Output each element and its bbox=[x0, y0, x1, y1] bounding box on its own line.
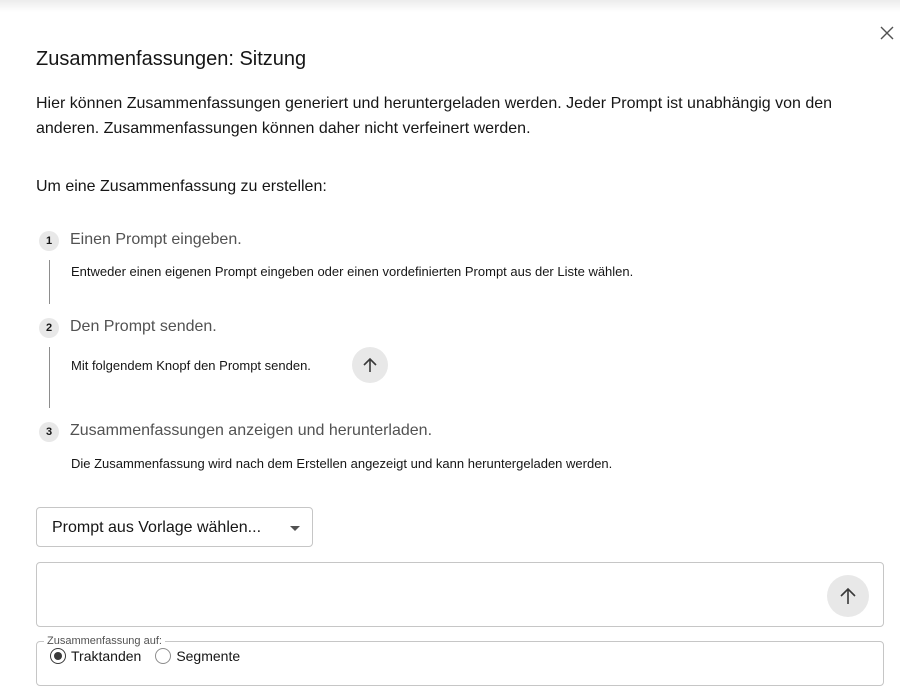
arrow-up-icon bbox=[840, 587, 856, 604]
step-2-connector bbox=[49, 347, 50, 408]
step-1-description: Entweder einen eigenen Prompt eingeben o… bbox=[71, 264, 634, 279]
prompt-template-label: Prompt aus Vorlage wählen... bbox=[52, 519, 262, 536]
summary-target-options: Traktanden Segmente bbox=[50, 648, 883, 664]
radio-selected-indicator bbox=[50, 648, 66, 664]
arrow-up-icon bbox=[363, 357, 377, 372]
step-1-title: Einen Prompt eingeben. bbox=[70, 231, 242, 248]
send-prompt-button[interactable] bbox=[827, 575, 869, 617]
step-3-number: 3 bbox=[39, 422, 59, 442]
radio-traktanden[interactable]: Traktanden bbox=[50, 648, 141, 664]
close-button[interactable] bbox=[876, 22, 898, 44]
step-2-number: 2 bbox=[39, 318, 59, 338]
prompt-template-dropdown[interactable]: Prompt aus Vorlage wählen... bbox=[36, 507, 313, 547]
close-icon bbox=[880, 26, 894, 40]
send-example-icon-badge bbox=[352, 347, 388, 383]
howto-heading: Um eine Zusammenfassung zu erstellen: bbox=[36, 178, 327, 195]
prompt-input[interactable] bbox=[47, 571, 821, 623]
caret-down-icon bbox=[290, 526, 300, 531]
radio-unselected-indicator bbox=[155, 648, 172, 664]
radio-segmente[interactable]: Segmente bbox=[155, 648, 240, 664]
summary-target-group: Zusammenfassung auf: Traktanden Segmente bbox=[36, 635, 884, 686]
dialog-intro: Hier können Zusammenfassungen generiert … bbox=[36, 95, 833, 137]
step-1-number: 1 bbox=[39, 231, 59, 251]
step-3-description: Die Zusammenfassung wird nach dem Erstel… bbox=[71, 456, 613, 471]
dialog-title: Zusammenfassungen: Sitzung bbox=[36, 48, 307, 70]
step-1-connector bbox=[49, 260, 50, 304]
summary-target-legend: Zusammenfassung auf: bbox=[47, 635, 162, 647]
radio-traktanden-label: Traktanden bbox=[71, 648, 142, 664]
step-2-title: Den Prompt senden. bbox=[70, 318, 217, 335]
prompt-box bbox=[36, 562, 884, 627]
step-2-description: Mit folgendem Knopf den Prompt senden. bbox=[71, 358, 311, 373]
summaries-dialog: Zusammenfassungen: Sitzung Hier können Z… bbox=[0, 0, 900, 695]
radio-segmente-label: Segmente bbox=[176, 648, 241, 664]
step-3-title: Zusammenfassungen anzeigen und herunterl… bbox=[70, 422, 433, 439]
